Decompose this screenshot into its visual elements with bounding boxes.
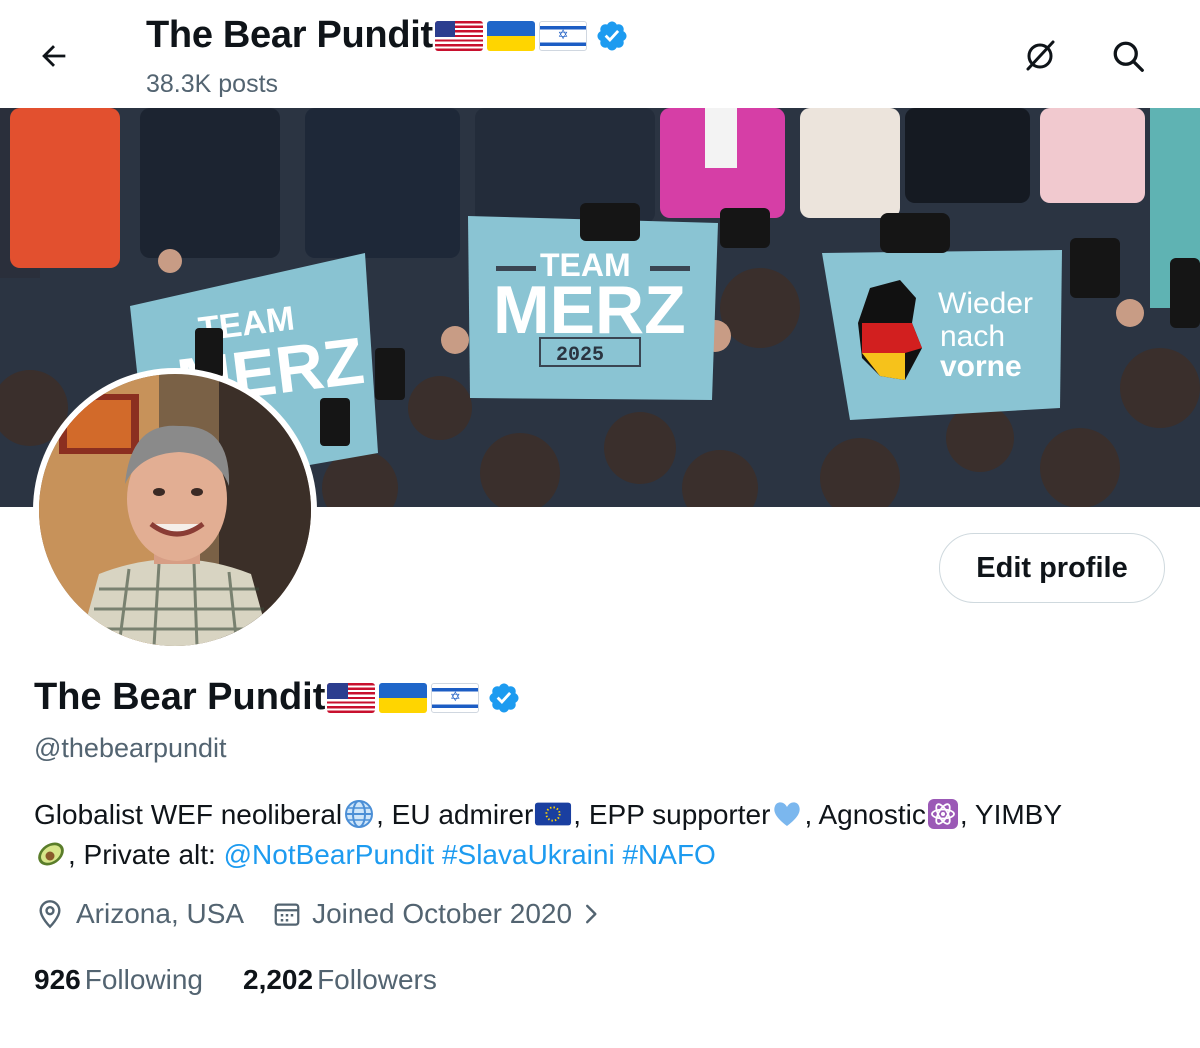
profile-avatar[interactable]: [33, 368, 317, 652]
banner-right-sign-line1: Wieder: [938, 287, 1033, 320]
profile-bio: Globalist WEF neoliberal , EU admirer , EP…: [34, 795, 1174, 875]
search-button[interactable]: [1102, 30, 1154, 82]
atom-symbol-icon: [927, 799, 958, 829]
profile-page: The Bear Pundit ✡ 38.3K posts TEAM MERZ …: [0, 0, 1200, 1048]
banner-right-sign-line3: vorne: [940, 350, 1022, 383]
following-count: 926: [34, 964, 81, 995]
followers-link[interactable]: 2,202 Followers: [243, 964, 437, 996]
bio-hashtag-nafo[interactable]: #NAFO: [622, 839, 715, 870]
grok-button[interactable]: [1014, 30, 1066, 82]
profile-flags: ✡: [327, 682, 480, 713]
bio-text-6: , Private alt:: [68, 839, 224, 870]
profile-display-name: The Bear Pundit ✡: [34, 676, 521, 719]
banner-right-sign-line2: nach: [940, 320, 1005, 353]
following-link[interactable]: 926 Following: [34, 964, 203, 996]
bio-link-account[interactable]: @NotBearPundit: [224, 839, 435, 870]
eu-flag-icon: [535, 802, 572, 826]
calendar-icon: [274, 903, 300, 926]
verified-badge-icon[interactable]: [595, 19, 629, 53]
light-blue-heart-icon: [774, 802, 801, 826]
bio-text-1: Globalist WEF neoliberal: [34, 799, 343, 830]
israel-flag-icon: ✡: [538, 20, 587, 51]
bio-text-5: , YIMBY: [959, 799, 1063, 830]
posts-count: 38.3K posts: [146, 70, 279, 98]
arrow-left-icon: [42, 45, 66, 67]
header-display-name: The Bear Pundit: [146, 14, 433, 56]
search-icon: [1113, 41, 1144, 72]
profile-handle: @thebearpundit: [34, 733, 227, 763]
verified-badge-icon[interactable]: [487, 681, 521, 715]
us-flag-icon: [434, 20, 483, 51]
bio-text-4: , Agnostic: [804, 799, 926, 830]
joined-text: Joined October 2020: [312, 898, 573, 929]
back-button[interactable]: [26, 28, 82, 84]
profile-meta: Arizona, USA Joined October 2020: [34, 898, 614, 930]
edit-profile-button[interactable]: Edit profile: [939, 533, 1165, 603]
location-text: Arizona, USA: [76, 898, 245, 929]
header-flags: ✡: [434, 20, 587, 51]
avocado-icon: [38, 842, 64, 866]
ukraine-flag-icon: [486, 20, 535, 51]
follow-stats: 926 Following 2,202 Followers: [34, 964, 437, 996]
top-bar: The Bear Pundit ✡ 38.3K posts: [0, 0, 1200, 108]
globe-icon: [345, 800, 374, 828]
israel-flag-icon: ✡: [431, 682, 480, 713]
followers-label: Followers: [317, 964, 437, 995]
us-flag-icon: [327, 682, 376, 713]
bio-hashtag-slavaukraini[interactable]: #SlavaUkraini: [442, 839, 615, 870]
grok-icon: [1026, 40, 1055, 71]
header-title: The Bear Pundit ✡: [146, 14, 629, 57]
bio-text-2: , EU admirer: [376, 799, 534, 830]
bio-text-3: , EPP supporter: [573, 799, 771, 830]
banner-center-sign-name: MERZ: [493, 272, 686, 348]
profile-name-text: The Bear Pundit: [34, 676, 326, 718]
banner-center-sign-year: 2025: [556, 344, 604, 367]
ukraine-flag-icon: [379, 682, 428, 713]
profile-joined[interactable]: Joined October 2020: [272, 898, 614, 930]
chevron-right-icon: [586, 904, 597, 924]
following-label: Following: [84, 964, 203, 995]
location-pin-icon: [39, 900, 61, 929]
followers-count: 2,202: [243, 964, 314, 995]
avatar-image: [39, 374, 311, 646]
profile-location: Arizona, USA: [34, 898, 244, 930]
